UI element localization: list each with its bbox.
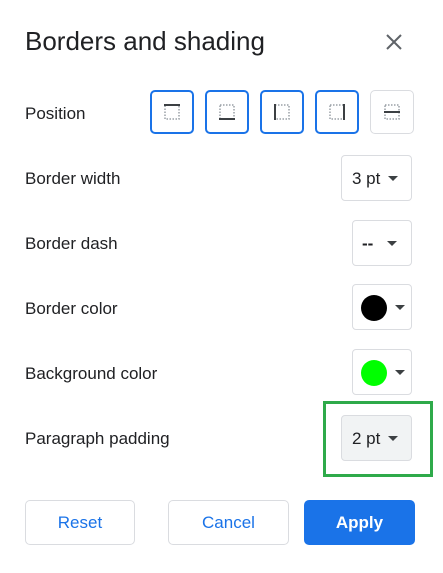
- border-width-label: Border width: [25, 169, 121, 188]
- position-label: Position: [25, 104, 86, 123]
- chevron-down-icon: [388, 176, 398, 181]
- paragraph-padding-label: Paragraph padding: [25, 429, 170, 448]
- close-icon[interactable]: [382, 30, 406, 54]
- cancel-button[interactable]: Cancel: [168, 500, 289, 545]
- border-bottom-button[interactable]: [205, 90, 249, 134]
- border-between-icon: [384, 104, 400, 120]
- border-dash-label: Border dash: [25, 234, 118, 253]
- reset-button[interactable]: Reset: [25, 500, 135, 545]
- chevron-down-icon: [387, 241, 397, 246]
- border-top-button[interactable]: [150, 90, 194, 134]
- border-top-icon: [164, 104, 180, 120]
- border-bottom-icon: [219, 104, 235, 120]
- border-left-icon: [274, 104, 290, 120]
- border-between-button[interactable]: [370, 90, 414, 134]
- dialog-title: Borders and shading: [25, 26, 265, 56]
- border-width-value: 3 pt: [352, 169, 381, 188]
- border-color-dropdown[interactable]: [352, 284, 412, 330]
- border-dash-value: --: [362, 234, 374, 253]
- border-color-swatch: [361, 295, 387, 321]
- background-color-label: Background color: [25, 364, 158, 383]
- border-left-button[interactable]: [260, 90, 304, 134]
- border-right-button[interactable]: [315, 90, 359, 134]
- border-right-icon: [329, 104, 345, 120]
- chevron-down-icon: [395, 305, 405, 310]
- background-color-dropdown[interactable]: [352, 349, 412, 395]
- chevron-down-icon: [395, 370, 405, 375]
- apply-button[interactable]: Apply: [304, 500, 415, 545]
- border-dash-dropdown[interactable]: --: [352, 220, 412, 266]
- border-width-dropdown[interactable]: 3 pt: [341, 155, 412, 201]
- chevron-down-icon: [388, 436, 398, 441]
- paragraph-padding-value: 2 pt: [352, 429, 381, 448]
- border-color-label: Border color: [25, 299, 118, 318]
- background-color-swatch: [361, 360, 387, 386]
- paragraph-padding-dropdown[interactable]: 2 pt: [341, 415, 412, 461]
